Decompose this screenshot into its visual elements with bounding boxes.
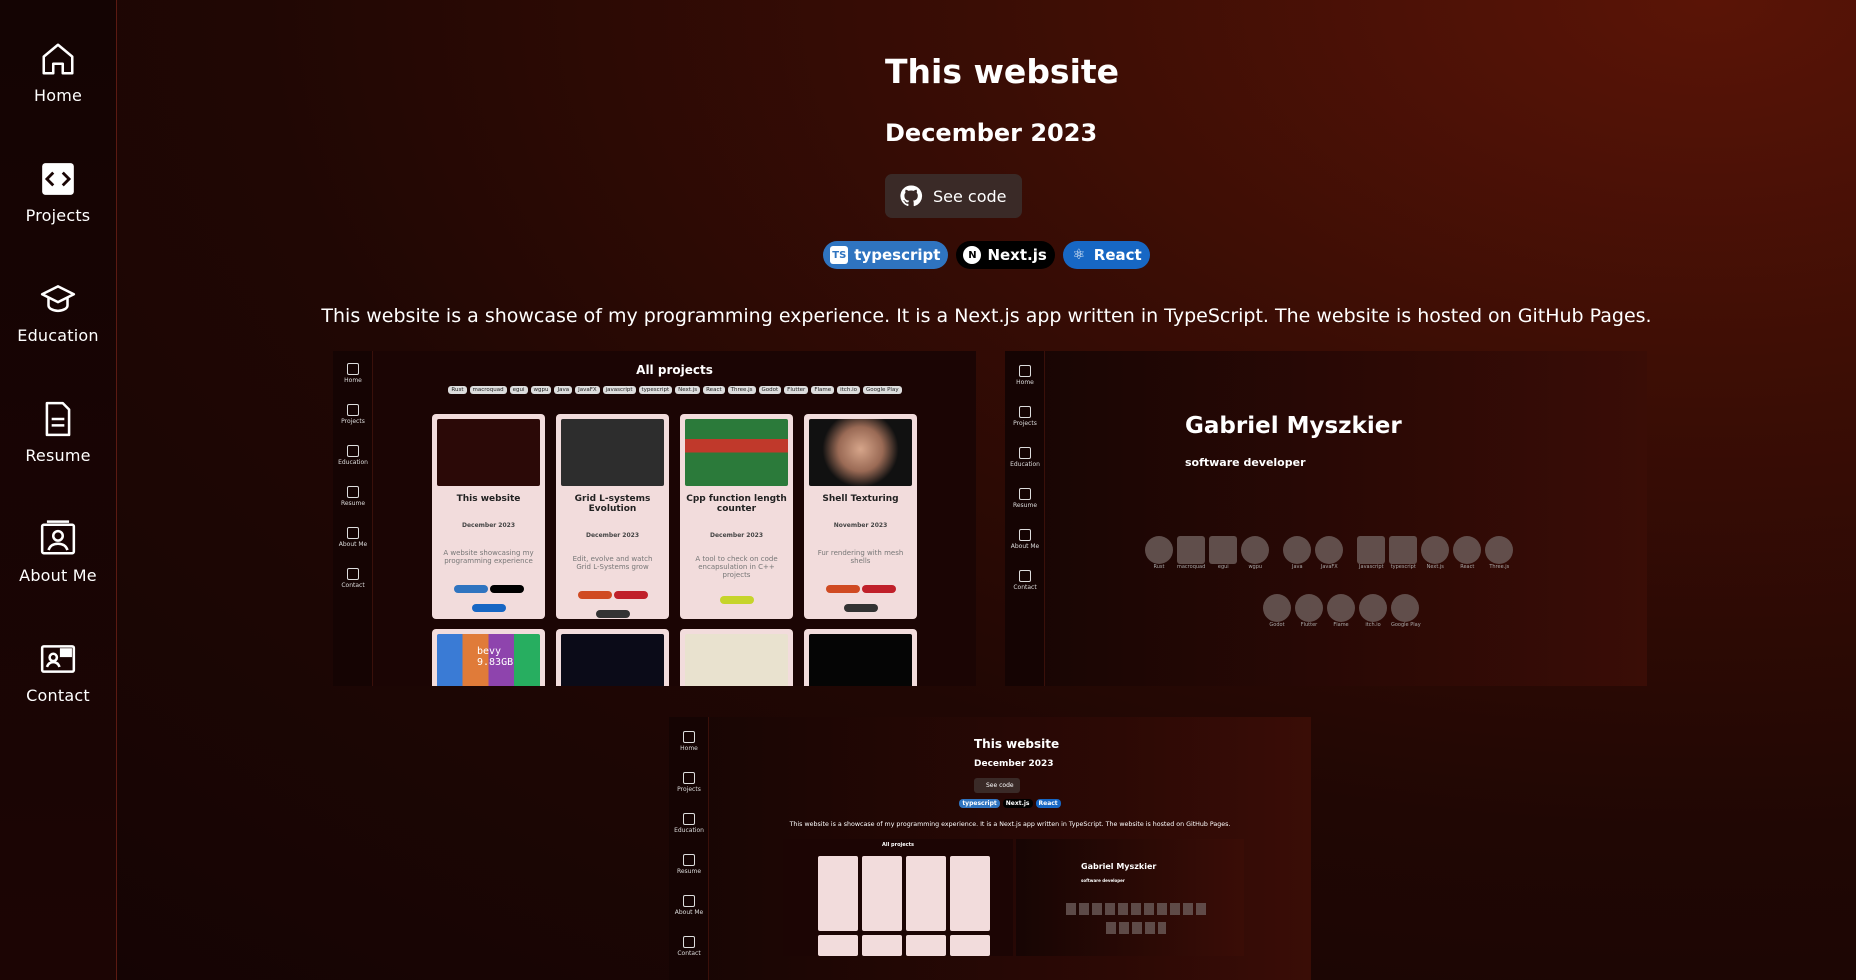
mini-name: Gabriel Myszkier [1185,413,1402,439]
card-thumbnail [561,419,664,486]
contact-card-icon [40,645,76,673]
sidebar-item-label: Resume [25,446,91,465]
mini-nav-contact: Contact [333,568,373,589]
sidebar-item-education[interactable]: Education [0,280,116,390]
mini-nav-resume: Resume [333,486,373,507]
project-description: This website is a showcase of my program… [321,305,1652,327]
mini-description: This website is a showcase of my program… [789,821,1231,828]
mini-filter-tags: Rust macroquad egui wgpu Java JavaFX jav… [385,386,965,394]
card-thumbnail: bevy 9.83GB [437,634,540,686]
mini-title: This website [974,737,1060,751]
sidebar-item-label: About Me [19,566,97,585]
sidebar-item-about-me[interactable]: About Me [0,520,116,630]
sidebar-item-label: Projects [25,206,91,225]
mini-inner-projects: All projects [783,839,1013,956]
sidebar-item-resume[interactable]: Resume [0,400,116,510]
mini-sidebar: Home Projects Education Resume About Me … [1005,351,1045,686]
tag-label: typescript [854,246,941,264]
sidebar-item-label: Education [17,326,99,345]
sidebar-item-label: Home [33,86,83,105]
card-thumbnail [685,634,788,686]
nextjs-icon: N [963,246,982,264]
mini-project-card [804,629,917,686]
sidebar: Home Projects Education Resume About Me … [0,0,117,980]
screenshot-all-projects[interactable]: Home Projects Education Resume About Me … [333,351,976,686]
react-icon: ⚛ [1072,247,1086,263]
mini-sidebar: Home Projects Education Resume About Me … [669,717,709,980]
github-icon [900,185,923,207]
mini-skills-row-1: Rust macroquad egui wgpu Java JavaFX Jav… [1145,536,1514,570]
mini-nav-home: Home [669,731,709,752]
page-title: This website [885,52,1120,91]
see-code-button[interactable]: See code [885,174,1022,218]
mini-nav-about: About Me [333,527,373,548]
mini-nav-projects: Projects [333,404,373,425]
mini-sidebar: Home Projects Education Resume About Me … [333,351,373,686]
mini-nav-about: About Me [669,895,709,916]
mini-see-code: See code [974,778,1020,793]
document-icon [45,401,71,437]
mini-nav-home: Home [1005,365,1045,386]
mini-skills-row-2: Godot Flutter Flame itch.io Google Play [1263,594,1421,628]
mini-nav-education: Education [333,445,373,466]
user-card-icon [40,520,76,555]
mini-project-card: Grid L-systems Evolution December 2023 E… [556,414,669,619]
mini-nav-about: About Me [1005,529,1045,550]
see-code-label: See code [933,186,1007,206]
card-thumbnail [561,634,664,686]
tag-label: React [1093,246,1142,264]
mini-project-card: This website December 2023 A website sho… [432,414,545,619]
tag-label: Next.js [987,246,1047,264]
mini-nav-resume: Resume [669,854,709,875]
mini-nav-education: Education [669,813,709,834]
mini-project-card: Cpp function length counter December 202… [680,414,793,619]
mini-nav-resume: Resume [1005,488,1045,509]
card-thumbnail [685,419,788,486]
mini-heading: All projects [636,363,713,377]
screenshot-home[interactable]: Home Projects Education Resume About Me … [1005,351,1647,686]
mini-nav-education: Education [1005,447,1045,468]
mini-nav-home: Home [333,363,373,384]
mini-inner-home: Gabriel Myszkier software developer [1016,839,1244,956]
tech-tags: TS typescript N Next.js ⚛ React [0,241,1856,269]
tag-typescript: TS typescript [823,241,949,269]
code-icon [42,163,74,195]
mini-project-card [680,629,793,686]
graduation-cap-icon [40,285,76,313]
mini-tags: typescript Next.js React [669,799,1311,808]
home-icon [42,43,74,75]
mini-date: December 2023 [974,759,1054,769]
card-thumbnail [437,419,540,486]
mini-project-card: Shell Texturing November 2023 Fur render… [804,414,917,619]
tag-react: ⚛ React [1062,241,1150,269]
card-thumbnail [809,419,912,486]
tag-nextjs: N Next.js [956,241,1055,269]
bevy-thumbnail-text: bevy 9.83GB [477,646,514,668]
mini-project-card: bevy 9.83GB [432,629,545,686]
mini-nav-contact: Contact [669,936,709,957]
mini-nav-projects: Projects [669,772,709,793]
card-thumbnail [809,634,912,686]
screenshot-this-website[interactable]: Home Projects Education Resume About Me … [669,717,1311,980]
mini-project-card [556,629,669,686]
mini-nav-projects: Projects [1005,406,1045,427]
project-date: December 2023 [885,119,1098,147]
sidebar-item-home[interactable]: Home [0,40,116,150]
typescript-icon: TS [830,246,849,264]
sidebar-item-label: Contact [26,686,90,705]
mini-role: software developer [1185,456,1306,469]
mini-nav-contact: Contact [1005,570,1045,591]
sidebar-item-contact[interactable]: Contact [0,640,116,750]
